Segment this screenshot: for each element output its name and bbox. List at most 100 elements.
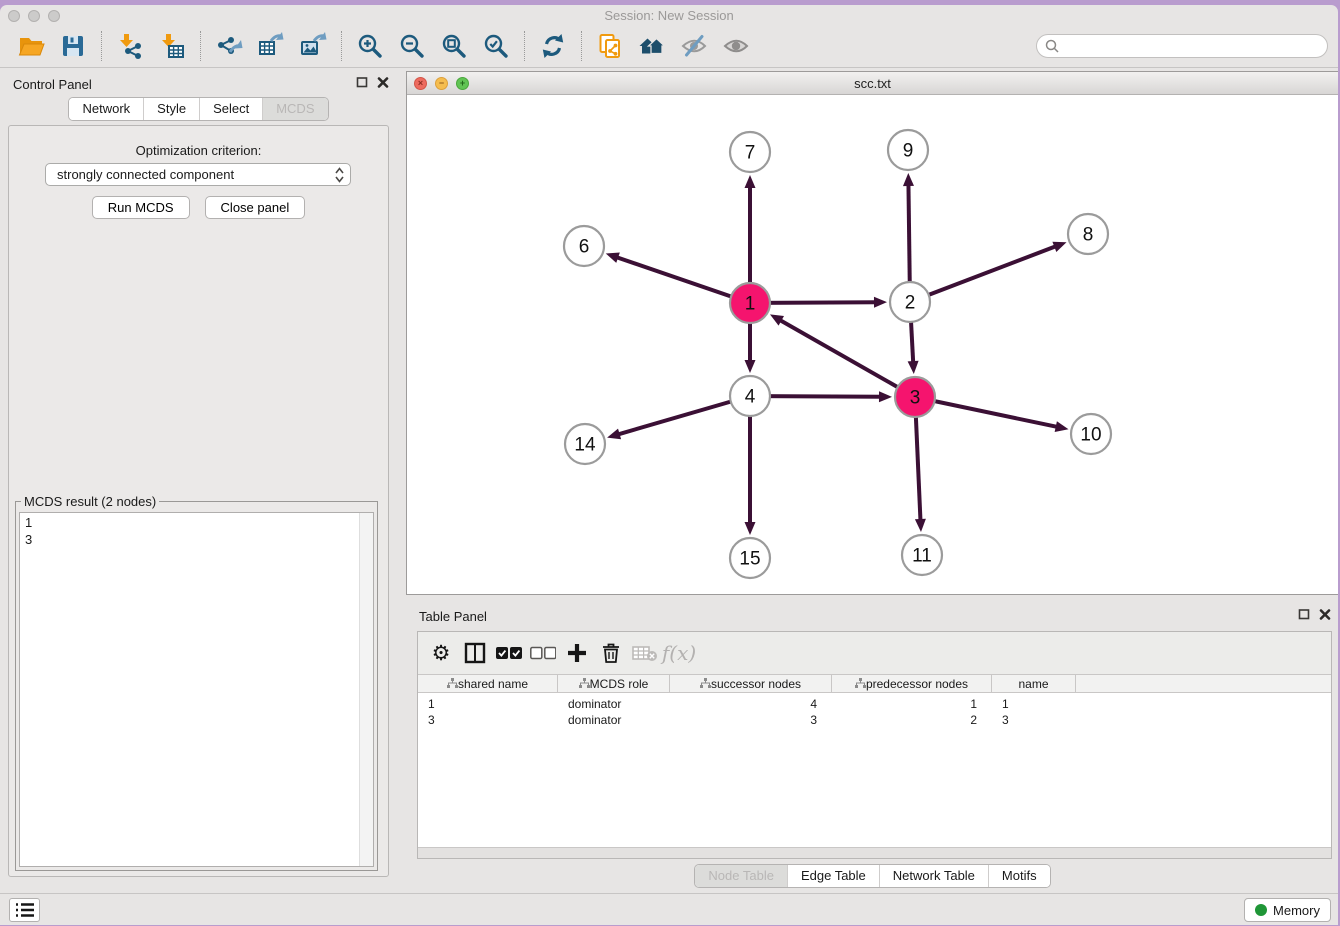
graph-edge-3-1[interactable] — [770, 314, 915, 397]
table-cell[interactable]: dominator — [558, 712, 670, 728]
open-folder-icon[interactable] — [14, 29, 48, 63]
mcds-result-line: 3 — [25, 531, 368, 548]
graph-edge-1-6[interactable] — [606, 252, 750, 303]
graph-edge-4-3[interactable] — [750, 391, 892, 402]
table-cell[interactable]: 3 — [992, 712, 1076, 728]
tab-motifs[interactable]: Motifs — [988, 865, 1050, 887]
export-network-icon[interactable] — [212, 29, 246, 63]
table-cell[interactable]: dominator — [558, 696, 670, 712]
table-cell[interactable]: 4 — [670, 696, 832, 712]
import-table-icon[interactable] — [155, 29, 189, 63]
mcds-result-textarea[interactable]: 13 — [19, 512, 374, 867]
table-cell[interactable]: 3 — [418, 712, 558, 728]
tab-mcds[interactable]: MCDS — [262, 98, 327, 120]
graph-node-6[interactable]: 6 — [564, 226, 604, 266]
toolbar-separator — [581, 31, 582, 61]
export-image-icon[interactable] — [296, 29, 330, 63]
graph-node-4[interactable]: 4 — [730, 376, 770, 416]
hide-graphics-eye-icon[interactable] — [677, 29, 711, 63]
table-panel-tabs: Node TableEdge TableNetwork TableMotifs — [694, 864, 1050, 888]
network-view-window: × − + scc.txt 7 9 6 8 1 2 4 3 14 10 15 11 — [406, 71, 1338, 595]
result-scrollbar[interactable] — [359, 513, 373, 866]
graph-edge-3-10[interactable] — [915, 397, 1068, 432]
column-header-label: predecessor nodes — [866, 677, 968, 691]
float-panel-icon[interactable] — [356, 76, 368, 88]
graph-node-7[interactable]: 7 — [730, 132, 770, 172]
table-footer-strip — [418, 847, 1331, 858]
svg-text:3: 3 — [910, 388, 921, 409]
run-mcds-button[interactable]: Run MCDS — [92, 196, 190, 219]
refresh-icon[interactable] — [536, 29, 570, 63]
show-graphics-eye-icon[interactable] — [719, 29, 753, 63]
graph-edge-4-14[interactable] — [607, 396, 750, 439]
delete-column-trash-icon[interactable] — [596, 638, 626, 668]
main-toolbar — [0, 25, 1338, 68]
tab-node-table[interactable]: Node Table — [695, 865, 787, 887]
float-table-panel-icon[interactable] — [1298, 608, 1310, 620]
copy-network-icon[interactable] — [593, 29, 627, 63]
graph-node-15[interactable]: 15 — [730, 538, 770, 578]
close-table-panel-icon[interactable] — [1319, 608, 1331, 620]
column-sort-tree-icon — [855, 678, 866, 689]
table-cell[interactable]: 1 — [418, 696, 558, 712]
graph-node-10[interactable]: 10 — [1071, 414, 1111, 454]
column-layout-icon[interactable] — [460, 638, 490, 668]
network-window-titlebar[interactable]: × − + scc.txt — [407, 72, 1338, 95]
tab-style[interactable]: Style — [143, 98, 199, 120]
memory-button[interactable]: Memory — [1244, 898, 1331, 922]
export-table-icon[interactable] — [254, 29, 288, 63]
zoom-out-icon[interactable] — [395, 29, 429, 63]
table-row[interactable]: 1dominator411 — [418, 696, 1331, 712]
svg-text:6: 6 — [579, 237, 590, 258]
table-header-row: shared nameMCDS rolesuccessor nodes prede… — [418, 674, 1331, 693]
graph-node-9[interactable]: 9 — [888, 130, 928, 170]
import-network-icon[interactable] — [113, 29, 147, 63]
graph-node-11[interactable]: 11 — [902, 535, 942, 575]
home-networks-icon[interactable] — [635, 29, 669, 63]
tab-edge-table[interactable]: Edge Table — [787, 865, 879, 887]
network-canvas[interactable]: 7 9 6 8 1 2 4 3 14 10 15 11 — [407, 95, 1338, 594]
deselect-all-columns-icon[interactable] — [528, 638, 558, 668]
graph-node-14[interactable]: 14 — [565, 424, 605, 464]
toolbar-separator — [341, 31, 342, 61]
close-panel-button[interactable]: Close panel — [205, 196, 306, 219]
optimization-criterion-select[interactable]: strongly connected component — [45, 163, 351, 186]
column-header-name[interactable]: name — [992, 675, 1076, 692]
zoom-in-icon[interactable] — [353, 29, 387, 63]
column-header-label: name — [1018, 677, 1048, 691]
toolbar-separator — [524, 31, 525, 61]
graph-node-2[interactable]: 2 — [890, 282, 930, 322]
table-cell[interactable]: 1 — [832, 696, 992, 712]
column-header-successor-nodes[interactable]: successor nodes — [670, 675, 832, 692]
zoom-fit-icon[interactable] — [437, 29, 471, 63]
graph-edge-2-8[interactable] — [910, 242, 1067, 302]
add-column-icon[interactable] — [562, 638, 592, 668]
table-panel: Table Panel ⚙ — [406, 601, 1338, 892]
svg-text:7: 7 — [745, 143, 756, 164]
table-body: 1dominator4113dominator323 — [418, 693, 1331, 847]
mcds-result-title: MCDS result (2 nodes) — [21, 494, 159, 509]
save-icon[interactable] — [56, 29, 90, 63]
search-field[interactable] — [1036, 34, 1328, 58]
table-row[interactable]: 3dominator323 — [418, 712, 1331, 728]
graph-node-3[interactable]: 3 — [895, 377, 935, 417]
column-header-shared-name[interactable]: shared name — [418, 675, 558, 692]
select-all-columns-icon[interactable] — [494, 638, 524, 668]
column-header-MCDS-role[interactable]: MCDS role — [558, 675, 670, 692]
tab-select[interactable]: Select — [199, 98, 262, 120]
table-cell[interactable]: 2 — [832, 712, 992, 728]
graph-node-8[interactable]: 8 — [1068, 214, 1108, 254]
table-settings-gear-icon[interactable]: ⚙ — [426, 638, 456, 668]
column-sort-tree-icon — [579, 678, 590, 689]
tab-network[interactable]: Network — [69, 98, 143, 120]
task-history-button[interactable] — [9, 898, 40, 922]
mcds-result-line: 1 — [25, 514, 368, 531]
table-cell[interactable]: 1 — [992, 696, 1076, 712]
close-panel-icon[interactable] — [377, 76, 389, 88]
zoom-selected-icon[interactable] — [479, 29, 513, 63]
table-cell[interactable]: 3 — [670, 712, 832, 728]
column-header-predecessor-nodes[interactable]: predecessor nodes — [832, 675, 992, 692]
tab-network-table[interactable]: Network Table — [879, 865, 988, 887]
graph-node-1[interactable]: 1 — [730, 283, 770, 323]
search-input[interactable] — [1064, 39, 1319, 54]
